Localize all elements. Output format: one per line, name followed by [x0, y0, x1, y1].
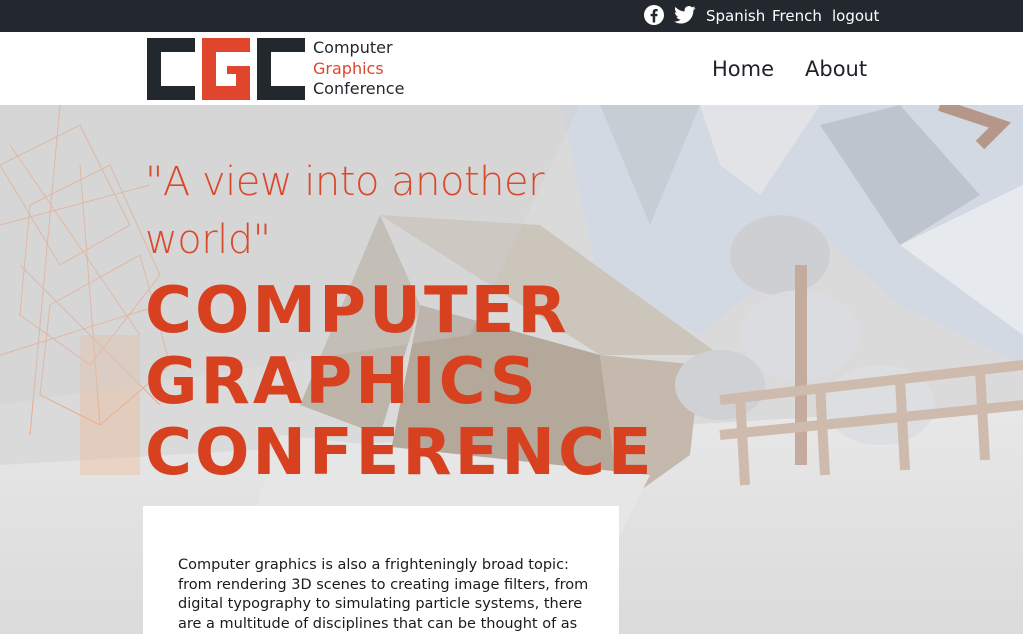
logo-line-computer: Computer	[313, 38, 393, 57]
logo-line-graphics: Graphics	[313, 58, 384, 78]
logout-link[interactable]: logout	[832, 6, 879, 26]
french-link[interactable]: French	[772, 6, 822, 26]
nav-about[interactable]: About	[805, 57, 867, 81]
intro-card: Computer graphics is also a frighteningl…	[143, 506, 619, 634]
hero-quote: "A view into another world"	[145, 159, 545, 263]
logo-wordmark[interactable]: Computer Graphics Conference	[313, 38, 404, 100]
intro-text: Computer graphics is also a frighteningl…	[178, 557, 589, 632]
site-header: Computer Graphics Conference Home About	[0, 32, 1023, 105]
hero-title: COMPUTER GRAPHICS CONFERENCE	[145, 274, 655, 490]
logo-line-conference: Conference	[313, 79, 405, 98]
nav-home[interactable]: Home	[712, 57, 774, 81]
facebook-icon[interactable]	[643, 4, 665, 26]
top-bar: Spanish French logout	[0, 0, 1023, 32]
twitter-icon[interactable]	[674, 4, 696, 26]
cgc-logo-mark[interactable]	[147, 38, 305, 100]
spanish-link[interactable]: Spanish	[706, 6, 765, 26]
